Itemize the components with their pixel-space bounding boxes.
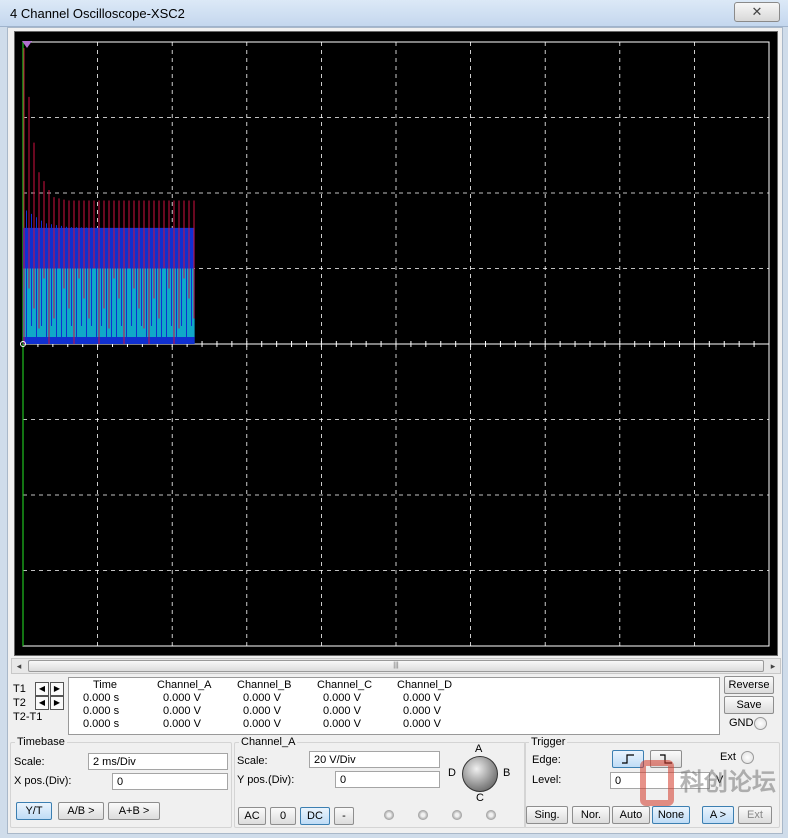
reverse-button[interactable]: Reverse xyxy=(724,676,774,694)
gnd-terminal[interactable] xyxy=(754,717,767,730)
timebase-legend: Timebase xyxy=(17,736,65,748)
t2-t1-time: 0.000 s xyxy=(83,718,120,730)
y-pos-label: Y pos.(Div): xyxy=(237,774,295,786)
edge-label: Edge: xyxy=(532,754,561,766)
channel-legend: Channel_A xyxy=(241,736,296,748)
t2-channel-d: 0.000 V xyxy=(403,705,441,717)
yt-mode-button[interactable]: Y/T xyxy=(16,802,52,820)
knob-a-label: A xyxy=(475,743,483,755)
save-button[interactable]: Save xyxy=(724,696,774,714)
a-plus-b-mode-button[interactable]: A+B > xyxy=(108,802,160,820)
header-channel-b: Channel_B xyxy=(237,679,292,691)
rising-edge-button[interactable] xyxy=(612,750,644,768)
dc-coupling-button[interactable]: DC xyxy=(300,807,330,825)
knob-c-label: C xyxy=(476,792,484,804)
trigger-legend: Trigger xyxy=(531,736,566,748)
trigger-source-a-button[interactable]: A > xyxy=(702,806,734,824)
channel-scale-input[interactable]: 20 V/Div xyxy=(309,751,440,768)
ext-label: Ext xyxy=(720,751,736,763)
normal-trigger-button[interactable]: Nor. xyxy=(572,806,610,824)
ab-mode-button[interactable]: A/B > xyxy=(58,802,104,820)
header-channel-a: Channel_A xyxy=(157,679,212,691)
t2-channel-a: 0.000 V xyxy=(163,705,201,717)
t2-t1-channel-c: 0.000 V xyxy=(323,718,361,730)
ext-trigger-terminal[interactable] xyxy=(741,751,754,764)
t2-t1-channel-a: 0.000 V xyxy=(163,718,201,730)
level-label: Level: xyxy=(532,774,562,786)
close-icon: ✕ xyxy=(751,4,763,19)
t2-label: T2 xyxy=(13,697,26,709)
x-pos-input[interactable]: 0 xyxy=(112,773,228,790)
channel-selector-knob[interactable]: A B C D xyxy=(448,742,518,812)
title-bar: 4 Channel Oscilloscope-XSC2 ✕ xyxy=(0,0,788,27)
falling-edge-icon xyxy=(660,754,672,764)
channel-scale-label: Scale: xyxy=(237,755,268,767)
scroll-left-icon[interactable]: ◂ xyxy=(12,659,26,673)
single-trigger-button[interactable]: Sing. xyxy=(526,806,568,824)
t2-t1-channel-b: 0.000 V xyxy=(243,718,281,730)
oscilloscope-panel: ◂ ||| ▸ T1 ◀ ▶ T2 ◀ ▶ T2-T1 Time Channel… xyxy=(7,27,783,834)
gnd-label: GND xyxy=(729,717,754,729)
t1-left-arrow-icon[interactable]: ◀ xyxy=(35,682,49,696)
scroll-right-icon[interactable]: ▸ xyxy=(766,659,780,673)
t1-channel-b: 0.000 V xyxy=(243,692,281,704)
rising-edge-icon xyxy=(622,754,634,764)
t2-channel-c: 0.000 V xyxy=(323,705,361,717)
channel-c-terminal[interactable] xyxy=(452,810,462,820)
t2-t1-label: T2-T1 xyxy=(13,711,43,723)
t1-right-arrow-icon[interactable]: ▶ xyxy=(50,682,64,696)
channel-a-terminal[interactable] xyxy=(384,810,394,820)
t2-t1-channel-d: 0.000 V xyxy=(403,718,441,730)
window-title: 4 Channel Oscilloscope-XSC2 xyxy=(10,6,185,21)
t1-channel-d: 0.000 V xyxy=(403,692,441,704)
header-channel-d: Channel_D xyxy=(397,679,453,691)
trigger-level-input[interactable]: 0 xyxy=(610,772,710,789)
x-pos-label: X pos.(Div): xyxy=(14,775,72,787)
oscilloscope-screen xyxy=(14,31,778,656)
t2-right-arrow-icon[interactable]: ▶ xyxy=(50,696,64,710)
t1-channel-a: 0.000 V xyxy=(163,692,201,704)
knob-b-label: B xyxy=(503,767,511,779)
t2-channel-b: 0.000 V xyxy=(243,705,281,717)
timebase-scale-input[interactable]: 2 ms/Div xyxy=(88,753,228,770)
scroll-thumb[interactable]: ||| xyxy=(28,660,764,672)
horizontal-scrollbar[interactable]: ◂ ||| ▸ xyxy=(11,658,781,674)
channel-b-terminal[interactable] xyxy=(418,810,428,820)
zero-coupling-button[interactable]: 0 xyxy=(270,807,296,825)
trigger-source-ext-button[interactable]: Ext xyxy=(738,806,772,824)
y-pos-input[interactable]: 0 xyxy=(335,771,440,788)
t1-time: 0.000 s xyxy=(83,692,120,704)
header-time: Time xyxy=(93,679,118,691)
cursor-readout-table: Time Channel_A Channel_B Channel_C Chann… xyxy=(68,677,720,735)
t1-label: T1 xyxy=(13,683,26,695)
channel-d-terminal[interactable] xyxy=(486,810,496,820)
none-trigger-button[interactable]: None xyxy=(652,806,690,824)
close-button[interactable]: ✕ xyxy=(734,2,780,22)
falling-edge-button[interactable] xyxy=(650,750,682,768)
ac-coupling-button[interactable]: AC xyxy=(238,807,266,825)
header-channel-c: Channel_C xyxy=(317,679,373,691)
level-unit-label: V xyxy=(716,774,724,786)
knob-dial-icon xyxy=(462,756,498,792)
auto-trigger-button[interactable]: Auto xyxy=(612,806,650,824)
t2-time: 0.000 s xyxy=(83,705,120,717)
t2-left-arrow-icon[interactable]: ◀ xyxy=(35,696,49,710)
cursor-readout-panel: T1 ◀ ▶ T2 ◀ ▶ T2-T1 Time Channel_A Chann… xyxy=(12,676,720,736)
t1-channel-c: 0.000 V xyxy=(323,692,361,704)
timebase-scale-label: Scale: xyxy=(14,756,45,768)
invert-button[interactable]: - xyxy=(334,807,354,825)
knob-d-label: D xyxy=(448,767,456,779)
waveform-plot xyxy=(20,41,770,647)
